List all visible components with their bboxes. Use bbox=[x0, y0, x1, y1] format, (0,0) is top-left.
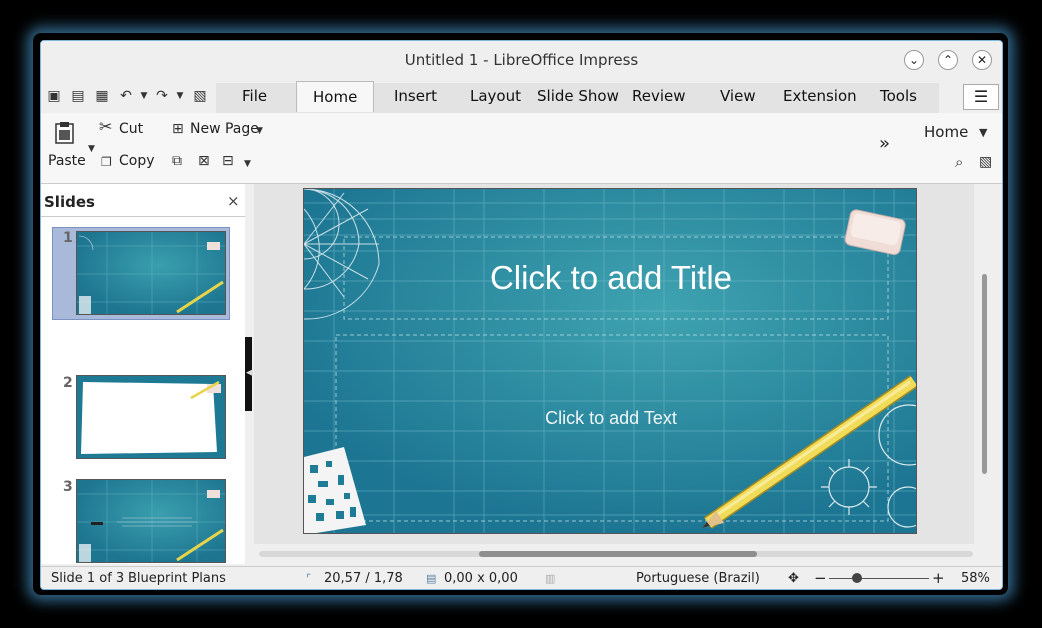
slide-background bbox=[304, 189, 916, 533]
tab-home[interactable]: Home bbox=[296, 81, 375, 112]
slide-title-placeholder[interactable]: Click to add Title bbox=[304, 259, 916, 297]
context-selector[interactable]: Home bbox=[924, 123, 968, 141]
language-status[interactable]: Portuguese (Brazil) bbox=[636, 571, 760, 586]
customize-icon[interactable]: ▧ bbox=[979, 154, 992, 170]
maximize-button[interactable]: ⌃ bbox=[938, 50, 958, 70]
new-page-button[interactable]: New Page bbox=[190, 121, 259, 137]
vertical-scrollbar[interactable] bbox=[976, 184, 1002, 564]
pane-divider bbox=[41, 216, 245, 217]
position-icon: ⌜ bbox=[306, 572, 312, 585]
tab-slide-show[interactable]: Slide Show bbox=[537, 87, 619, 105]
undo-icon[interactable]: ↶ bbox=[117, 87, 135, 105]
slide-number-1: 1 bbox=[63, 230, 73, 246]
ribbon: ▼ Paste ✂ Cut ❐ Copy ⊞ New Page ▼ ⧉ ⊠ ⊟ … bbox=[41, 113, 1002, 184]
thumbnail-3-image bbox=[77, 480, 225, 562]
slide-layout-dropdown-icon[interactable]: ▼ bbox=[244, 156, 251, 172]
master-slide-name[interactable]: Blueprint Plans bbox=[128, 571, 226, 586]
redo-dropdown-icon[interactable]: ▼ bbox=[171, 87, 189, 105]
zoom-level[interactable]: 58% bbox=[961, 571, 990, 586]
delete-slide-icon[interactable]: ⊠ bbox=[198, 153, 210, 169]
undo-dropdown-icon[interactable]: ▼ bbox=[135, 87, 153, 105]
slides-pane: Slides × 1 2 3 bbox=[41, 184, 245, 564]
object-size: 0,00 x 0,00 bbox=[444, 571, 518, 586]
minimize-button[interactable]: ⌄ bbox=[904, 50, 924, 70]
slide-workspace: Click to add Title Click to add Text bbox=[254, 184, 974, 544]
zoom-slider[interactable] bbox=[829, 578, 929, 579]
paste-icon[interactable] bbox=[54, 121, 76, 145]
tab-insert[interactable]: Insert bbox=[394, 87, 437, 105]
find-icon[interactable]: ⌕ bbox=[955, 154, 963, 170]
slide-thumbnail-3[interactable] bbox=[76, 479, 226, 563]
slides-pane-title: Slides bbox=[44, 193, 95, 211]
menu-tabs: File Home Insert Layout Slide Show Revie… bbox=[216, 81, 939, 113]
copy-button[interactable]: Copy bbox=[119, 153, 155, 169]
horizontal-scrollbar[interactable] bbox=[259, 551, 973, 557]
thumbnail-2-image bbox=[77, 376, 225, 458]
document-modified-icon[interactable]: ▥ bbox=[545, 572, 555, 585]
zoom-out-button[interactable]: − bbox=[814, 569, 827, 587]
slide-thumbnail-1[interactable] bbox=[76, 231, 226, 315]
slide-layout-icon[interactable]: ⊟ bbox=[222, 153, 234, 169]
horizontal-scroll-thumb[interactable] bbox=[479, 551, 757, 557]
zoom-in-button[interactable]: + bbox=[932, 569, 945, 587]
slide-counter: Slide 1 of 3 bbox=[51, 571, 125, 586]
slide-number-3: 3 bbox=[63, 479, 73, 495]
save-icon[interactable]: ▦ bbox=[93, 87, 111, 105]
new-page-dropdown-icon[interactable]: ▼ bbox=[256, 123, 263, 139]
slide-number-2: 2 bbox=[63, 375, 73, 391]
more-tools-button[interactable]: » bbox=[879, 133, 890, 154]
scissors-icon[interactable]: ✂ bbox=[99, 119, 112, 135]
slide-text-placeholder[interactable]: Click to add Text bbox=[304, 408, 916, 429]
tab-layout[interactable]: Layout bbox=[470, 87, 521, 105]
redo-icon[interactable]: ↷ bbox=[153, 87, 171, 105]
slide-thumbnail-2[interactable] bbox=[76, 375, 226, 459]
thumbnail-1-image bbox=[77, 232, 225, 314]
tab-review[interactable]: Review bbox=[632, 87, 686, 105]
impress-window: Untitled 1 - LibreOffice Impress ⌄ ⌃ ✕ ▣… bbox=[40, 40, 1003, 590]
tab-extension[interactable]: Extension bbox=[783, 87, 857, 105]
duplicate-slide-icon[interactable]: ⧉ bbox=[172, 153, 182, 169]
cursor-position: 20,57 / 1,78 bbox=[324, 571, 403, 586]
paste-button[interactable]: Paste bbox=[48, 153, 86, 169]
cut-button[interactable]: Cut bbox=[119, 121, 143, 137]
size-icon: ▤ bbox=[426, 572, 437, 585]
slides-pane-splitter[interactable]: ◀ bbox=[245, 337, 253, 411]
tab-view[interactable]: View bbox=[720, 87, 756, 105]
close-window-button[interactable]: ✕ bbox=[972, 50, 992, 70]
paste-dropdown-icon[interactable]: ▼ bbox=[88, 141, 95, 157]
vertical-scroll-thumb[interactable] bbox=[982, 274, 987, 474]
slide-canvas[interactable]: Click to add Title Click to add Text bbox=[303, 188, 917, 534]
tab-tools[interactable]: Tools bbox=[880, 87, 917, 105]
menu-button[interactable]: ☰ bbox=[963, 84, 999, 110]
window-title: Untitled 1 - LibreOffice Impress bbox=[404, 51, 639, 69]
status-bar: Slide 1 of 3 Blueprint Plans ⌜ 20,57 / 1… bbox=[41, 566, 1002, 589]
fit-slide-icon[interactable]: ✥ bbox=[788, 571, 799, 586]
title-bar: Untitled 1 - LibreOffice Impress ⌄ ⌃ ✕ bbox=[41, 41, 1002, 79]
start-center-icon[interactable]: ▣ bbox=[45, 87, 63, 105]
open-icon[interactable]: ▤ bbox=[69, 87, 87, 105]
customize-toolbar-icon[interactable]: ▧ bbox=[191, 87, 209, 105]
close-slides-pane-button[interactable]: × bbox=[227, 192, 240, 210]
tab-file[interactable]: File bbox=[242, 87, 267, 105]
new-page-icon[interactable]: ⊞ bbox=[172, 121, 184, 137]
copy-icon[interactable]: ❐ bbox=[101, 154, 112, 170]
context-dropdown-icon[interactable]: ▼ bbox=[979, 125, 987, 141]
zoom-slider-handle[interactable] bbox=[852, 573, 862, 583]
